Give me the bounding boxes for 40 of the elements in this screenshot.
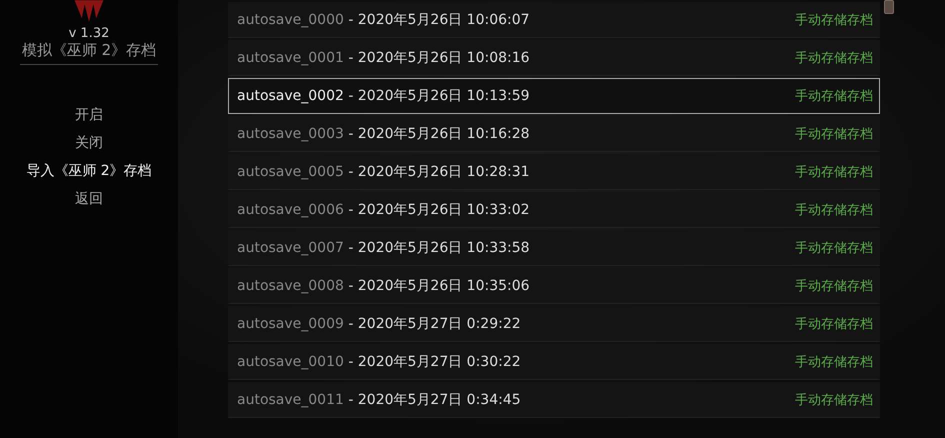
- save-type-label: 手动存储存档: [795, 12, 873, 29]
- save-slot-row[interactable]: autosave_0001 - 2020年5月26日 10:08:16 手动存储存档: [228, 40, 880, 76]
- save-slot-row[interactable]: autosave_0011 - 2020年5月27日 0:34:45 手动存储存档: [228, 382, 880, 418]
- save-name: autosave_0008 - 2020年5月26日 10:35:06: [237, 277, 530, 295]
- save-slot-row[interactable]: autosave_0009 - 2020年5月27日 0:29:22 手动存储存档: [228, 306, 880, 342]
- save-type-label: 手动存储存档: [795, 164, 873, 181]
- save-slot-row[interactable]: autosave_0010 - 2020年5月27日 0:30:22 手动存储存档: [228, 344, 880, 380]
- save-name: autosave_0006 - 2020年5月26日 10:33:02: [237, 201, 530, 219]
- save-name: autosave_0007 - 2020年5月26日 10:33:58: [237, 239, 530, 257]
- save-name: autosave_0009 - 2020年5月27日 0:29:22: [237, 315, 521, 333]
- save-name: autosave_0010 - 2020年5月27日 0:30:22: [237, 353, 521, 371]
- save-slot-row[interactable]: autosave_0008 - 2020年5月26日 10:35:06 手动存储存档: [228, 268, 880, 304]
- save-slot-row[interactable]: autosave_0006 - 2020年5月26日 10:33:02 手动存储存档: [228, 192, 880, 228]
- save-type-label: 手动存储存档: [795, 354, 873, 371]
- save-name: autosave_0003 - 2020年5月26日 10:16:28: [237, 125, 530, 143]
- save-name: autosave_0000 - 2020年5月26日 10:06:07: [237, 11, 530, 29]
- save-type-label: 手动存储存档: [795, 240, 873, 257]
- save-slot-row[interactable]: autosave_0000 - 2020年5月26日 10:06:07 手动存储存档: [228, 2, 880, 38]
- profile-title: 模拟《巫师 2》存档: [20, 41, 158, 65]
- save-type-label: 手动存储存档: [795, 392, 873, 409]
- save-slot-row[interactable]: autosave_0003 - 2020年5月26日 10:16:28 手动存储存档: [228, 116, 880, 152]
- save-type-label: 手动存储存档: [795, 50, 873, 67]
- version-label: v 1.32: [68, 26, 110, 41]
- menu-item[interactable]: 导入《巫师 2》存档: [26, 161, 152, 181]
- menu-item[interactable]: 返回: [74, 189, 103, 209]
- save-name: autosave_0002 - 2020年5月26日 10:13:59: [237, 87, 530, 105]
- menu-item[interactable]: 开启: [74, 105, 103, 125]
- save-slot-row[interactable]: autosave_0007 - 2020年5月26日 10:33:58 手动存储存档: [228, 230, 880, 266]
- menu-item[interactable]: 关闭: [74, 133, 103, 153]
- save-type-label: 手动存储存档: [795, 316, 873, 333]
- save-name: autosave_0011 - 2020年5月27日 0:34:45: [237, 391, 521, 409]
- save-name: autosave_0005 - 2020年5月26日 10:28:31: [237, 163, 530, 181]
- save-slot-row[interactable]: autosave_0005 - 2020年5月26日 10:28:31 手动存储存档: [228, 154, 880, 190]
- save-slot-row[interactable]: autosave_0002 - 2020年5月26日 10:13:59 手动存储存档: [228, 78, 880, 114]
- scrollbar-thumb[interactable]: [884, 0, 894, 14]
- save-type-label: 手动存储存档: [795, 126, 873, 143]
- save-name: autosave_0001 - 2020年5月26日 10:08:16: [237, 49, 530, 67]
- save-type-label: 手动存储存档: [795, 88, 873, 105]
- save-type-label: 手动存储存档: [795, 278, 873, 295]
- save-type-label: 手动存储存档: [795, 202, 873, 219]
